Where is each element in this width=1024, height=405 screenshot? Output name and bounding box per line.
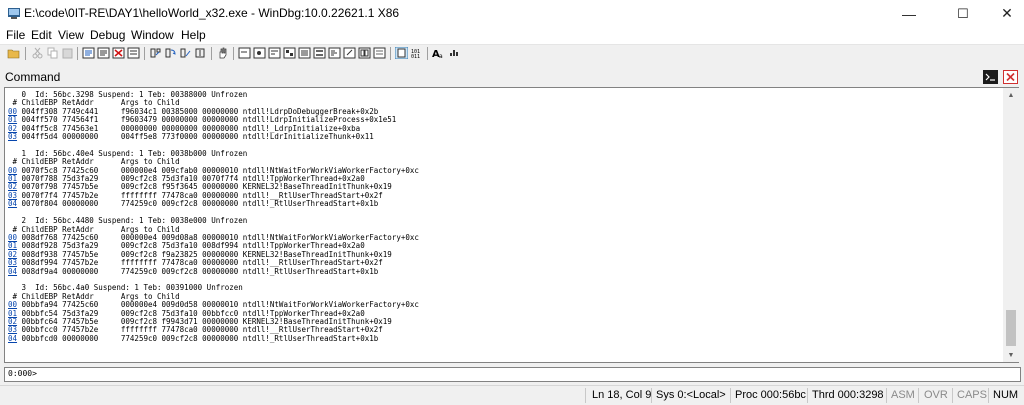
processes-threads-icon[interactable] [358,47,371,59]
output-line: 04 0070f804 00000000 774259c0 009cf2c8 0… [8,199,379,209]
stop-debugging-icon[interactable] [112,47,125,59]
title-bar: E:\code\0IT-RE\DAY1\helloWorld_x32.exe -… [0,0,1024,27]
disassembly-window-icon[interactable] [328,47,341,59]
status-separator [886,388,887,403]
command-output[interactable]: 0 Id: 56bc.3298 Suspend: 1 Teb: 00388000… [4,87,1005,363]
step-out-icon[interactable] [179,47,192,59]
windbg-app-icon [8,8,20,19]
frame-number-link[interactable]: 04 [8,267,17,276]
run-to-cursor-icon[interactable] [194,47,207,59]
status-process: Proc 000:56bc [735,389,806,401]
output-line: 04 008df9a4 00000000 774259c0 009cf2c8 0… [8,266,379,276]
status-separator [730,388,731,403]
menu-file[interactable]: File [6,28,25,42]
status-system: Sys 0:<Local> [656,389,726,401]
status-separator [918,388,919,403]
toolbar-separator [211,47,212,60]
frame-number-link[interactable]: 04 [8,334,17,343]
menu-edit[interactable]: Edit [31,28,52,42]
frame-number-link[interactable]: 04 [8,199,17,208]
copy-icon[interactable] [46,47,59,59]
frame-number-link[interactable]: 03 [8,132,17,141]
toolbar-separator [233,47,234,60]
memory-window-icon[interactable] [298,47,311,59]
call-stack-window-icon[interactable] [313,47,326,59]
status-separator [651,388,652,403]
output-scrollbar[interactable]: ▲ ▼ [1003,87,1019,363]
menu-bar: File Edit View Debug Window Help [0,27,1024,44]
font-icon[interactable]: Aa [432,47,445,59]
output-line: 03 004ff5d4 00000000 004ff5e8 773f0000 0… [8,132,374,142]
minimize-button[interactable]: — [886,0,932,27]
status-separator [585,388,586,403]
maximize-button[interactable]: ☐ [940,0,986,27]
toolbar-separator [427,47,428,60]
status-ovr: OVR [924,389,948,401]
menu-debug[interactable]: Debug [90,28,125,42]
locals-window-icon[interactable] [268,47,281,59]
status-thread: Thrd 000:3298 [812,389,884,401]
menu-view[interactable]: View [58,28,84,42]
status-separator [988,388,989,403]
source-mode-on-icon[interactable] [395,47,408,59]
menu-window[interactable]: Window [131,28,174,42]
status-num: NUM [993,389,1019,401]
paste-icon[interactable] [61,47,74,59]
break-icon[interactable] [127,47,140,59]
status-bar: Ln 18, Col 9 Sys 0:<Local> Proc 000:56bc… [0,385,1024,405]
go-icon[interactable] [82,47,95,59]
scrollbar-thumb[interactable] [1006,310,1016,346]
command-pane-header: Command [0,67,1024,87]
watch-window-icon[interactable] [253,47,266,59]
menu-help[interactable]: Help [181,28,206,42]
hex-display-icon[interactable]: 101011 [410,47,423,59]
source-mode-icon[interactable] [373,47,386,59]
toolbar-separator [144,47,145,60]
command-prompt-icon[interactable] [983,70,998,84]
command-window-icon[interactable] [238,47,251,59]
command-input[interactable] [47,368,1007,380]
status-separator [807,388,808,403]
options-icon[interactable] [447,47,460,59]
open-folder-icon[interactable] [7,47,20,59]
output-line: 04 00bbfcd0 00000000 774259c0 009cf2c8 0… [8,333,379,343]
registers-window-icon[interactable] [283,47,296,59]
command-pane-title: Command [5,70,61,84]
command-output-text: 0 Id: 56bc.3298 Suspend: 1 Teb: 00388000… [8,90,419,343]
step-into-icon[interactable] [149,47,162,59]
toolbar: 101 011 Aa [0,44,1024,62]
status-separator [952,388,953,403]
status-asm: ASM [891,389,915,401]
toolbar-separator [25,47,26,60]
cut-icon[interactable] [31,47,44,59]
svg-text:011: 011 [411,54,420,59]
window-title: E:\code\0IT-RE\DAY1\helloWorld_x32.exe -… [24,6,400,20]
step-over-icon[interactable] [164,47,177,59]
command-input-bar: 0:000> [4,367,1021,382]
status-caps: CAPS [957,389,987,401]
toolbar-separator [390,47,391,60]
status-line-col: Ln 18, Col 9 [592,389,652,401]
close-button[interactable]: ✕ [984,0,1024,27]
restart-icon[interactable] [97,47,110,59]
scroll-down-arrow-icon[interactable]: ▼ [1003,348,1019,362]
hand-icon[interactable] [216,47,229,59]
svg-text:a: a [439,53,443,59]
command-prompt: 0:000> [8,369,37,378]
pane-close-icon[interactable] [1003,70,1018,84]
scratch-pad-icon[interactable] [343,47,356,59]
toolbar-separator [77,47,78,60]
scroll-up-arrow-icon[interactable]: ▲ [1003,88,1019,102]
